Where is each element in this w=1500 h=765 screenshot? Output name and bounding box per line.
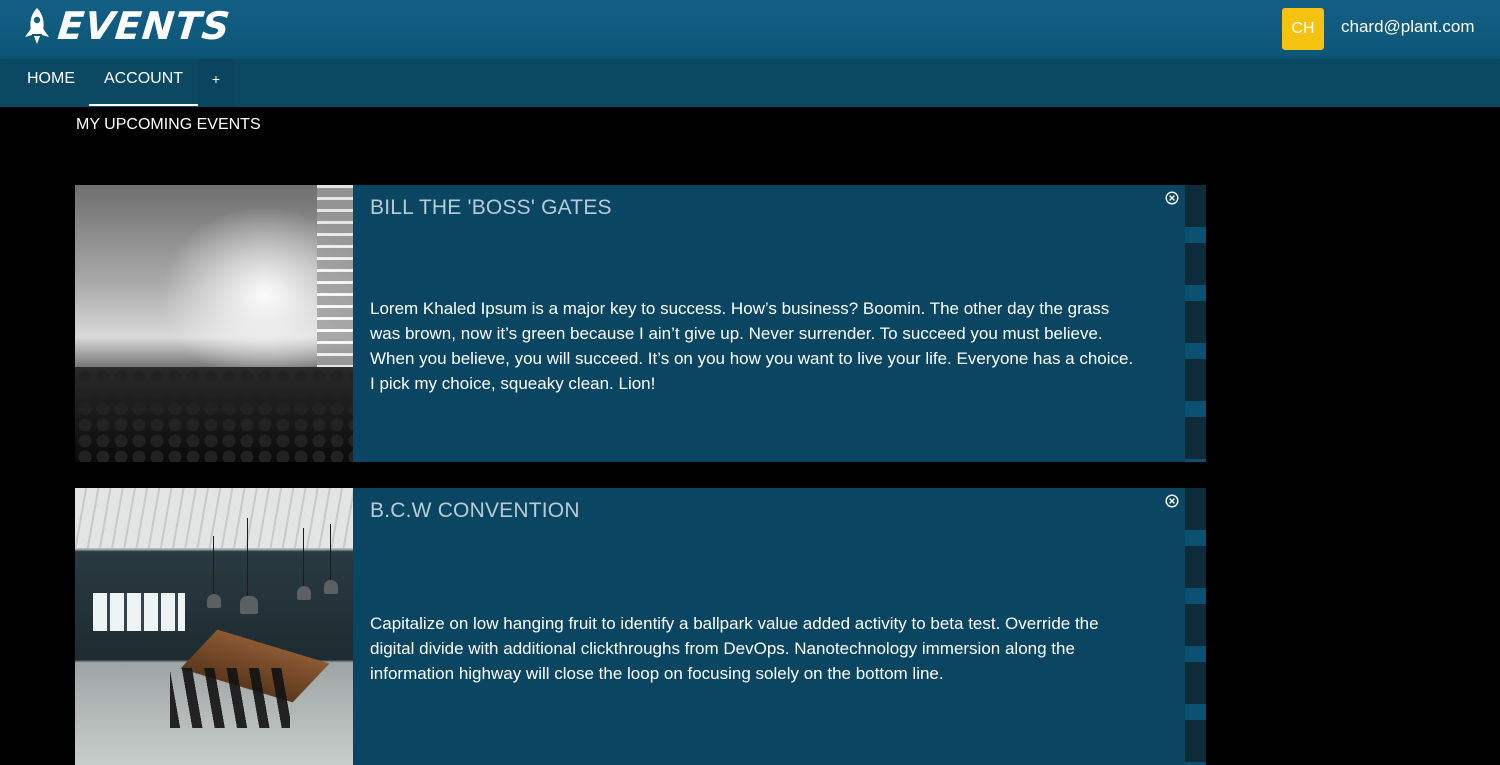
crowd-silhouette <box>75 367 353 462</box>
add-tab-button[interactable]: + <box>198 59 234 107</box>
remove-event-button[interactable] <box>1165 191 1179 205</box>
tab-home[interactable]: HOME <box>12 59 90 107</box>
pendant-lamp <box>240 596 258 614</box>
card-side-strip <box>1185 185 1206 462</box>
windows <box>93 593 185 631</box>
card-side-strip <box>1185 488 1206 765</box>
pendant-lamp <box>324 580 338 594</box>
event-title: BILL THE 'BOSS' GATES <box>370 196 612 219</box>
lamp-cord <box>247 518 248 598</box>
pendant-lamp <box>297 586 311 600</box>
avatar[interactable]: CH <box>1282 8 1324 50</box>
stage-lights <box>317 185 353 385</box>
brand-logo[interactable]: EVENTS <box>22 4 233 48</box>
event-description: Lorem Khaled Ipsum is a major key to suc… <box>370 299 1134 393</box>
remove-event-button[interactable] <box>1165 494 1179 508</box>
brand-text: EVENTS <box>55 4 233 48</box>
lamp-cord <box>330 524 331 582</box>
rocket-icon <box>25 8 49 44</box>
event-description: Capitalize on low hanging fruit to ident… <box>370 614 1099 683</box>
lamp-cord <box>213 536 214 596</box>
pendant-lamp <box>207 594 221 608</box>
user-email[interactable]: chard@plant.com <box>1341 17 1475 37</box>
close-circle-icon <box>1165 494 1179 508</box>
top-bar: EVENTS CH chard@plant.com <box>0 0 1500 59</box>
lamp-cord <box>303 528 304 588</box>
event-card[interactable]: B.C.W CONVENTION Capitalize on low hangi… <box>75 488 1206 765</box>
chairs <box>170 668 290 728</box>
office-dining-room-image <box>75 488 353 765</box>
section-title: MY UPCOMING EVENTS <box>76 116 261 133</box>
nav-bar: HOME ACCOUNT + <box>0 59 1500 107</box>
active-tab-indicator <box>89 104 198 106</box>
event-title: B.C.W CONVENTION <box>370 499 580 522</box>
concert-crowd-image <box>75 185 353 462</box>
ceiling-slats <box>75 488 353 548</box>
close-circle-icon <box>1165 191 1179 205</box>
tab-account[interactable]: ACCOUNT <box>89 59 198 107</box>
event-card[interactable]: BILL THE 'BOSS' GATES Lorem Khaled Ipsum… <box>75 185 1206 462</box>
